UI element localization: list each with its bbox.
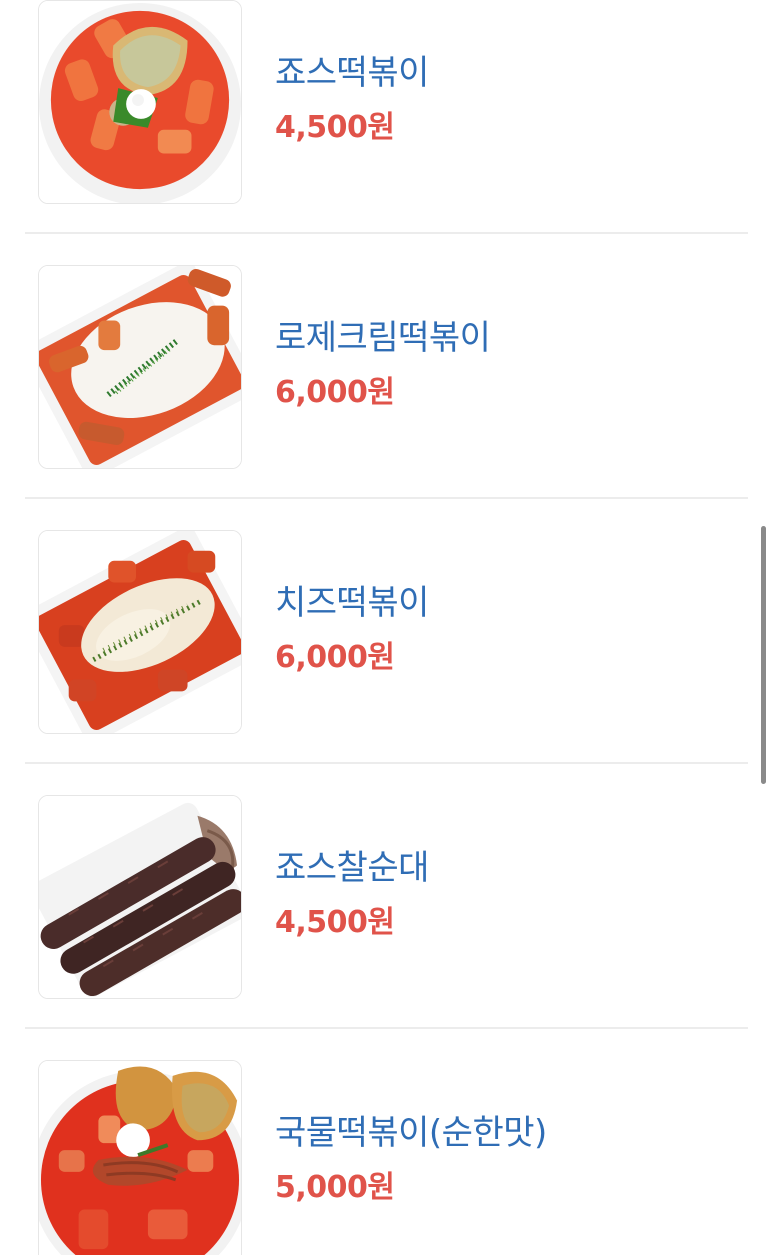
menu-item-info: 죠스찰순대 4,500원: [275, 846, 429, 942]
menu-item-info: 치즈떡볶이 6,000원: [275, 581, 429, 677]
menu-item-name[interactable]: 로제크림떡볶이: [275, 316, 491, 360]
menu-item-price: 6,000원: [275, 375, 395, 410]
menu-item-name[interactable]: 국물떡볶이(순한맛): [275, 1111, 547, 1155]
menu-item-info: 국물떡볶이(순한맛) 5,000원: [275, 1111, 547, 1207]
scrollbar[interactable]: [761, 526, 766, 784]
menu-item-price: 5,000원: [275, 1170, 395, 1205]
menu-item-price: 6,000원: [275, 640, 395, 675]
rose-cream-tteokbokki-image: [38, 265, 242, 469]
menu-item[interactable]: 국물떡볶이(순한맛) 5,000원: [0, 1029, 773, 1255]
menu-item[interactable]: 죠스떡볶이 4,500원: [0, 0, 773, 234]
menu-page: 죠스떡볶이 4,500원 로제크림떡볶이 6,000원 치즈떡볶이 6,000원…: [0, 0, 773, 1255]
tteokbokki-bowl-image: [38, 0, 242, 204]
menu-item[interactable]: 로제크림떡볶이 6,000원: [0, 234, 773, 499]
menu-item-name[interactable]: 죠스찰순대: [275, 846, 429, 890]
soup-tteokbokki-image: [38, 1060, 242, 1255]
sundae-image: [38, 795, 242, 999]
menu-item[interactable]: 치즈떡볶이 6,000원: [0, 499, 773, 764]
menu-list: 죠스떡볶이 4,500원 로제크림떡볶이 6,000원 치즈떡볶이 6,000원…: [0, 0, 773, 1255]
menu-item-name[interactable]: 치즈떡볶이: [275, 581, 429, 625]
menu-item[interactable]: 죠스찰순대 4,500원: [0, 764, 773, 1029]
menu-item-price: 4,500원: [275, 110, 395, 145]
menu-item-info: 로제크림떡볶이 6,000원: [275, 316, 491, 412]
menu-item-info: 죠스떡볶이 4,500원: [275, 51, 429, 147]
menu-item-price: 4,500원: [275, 905, 395, 940]
cheese-tteokbokki-image: [38, 530, 242, 734]
menu-item-name[interactable]: 죠스떡볶이: [275, 51, 429, 95]
